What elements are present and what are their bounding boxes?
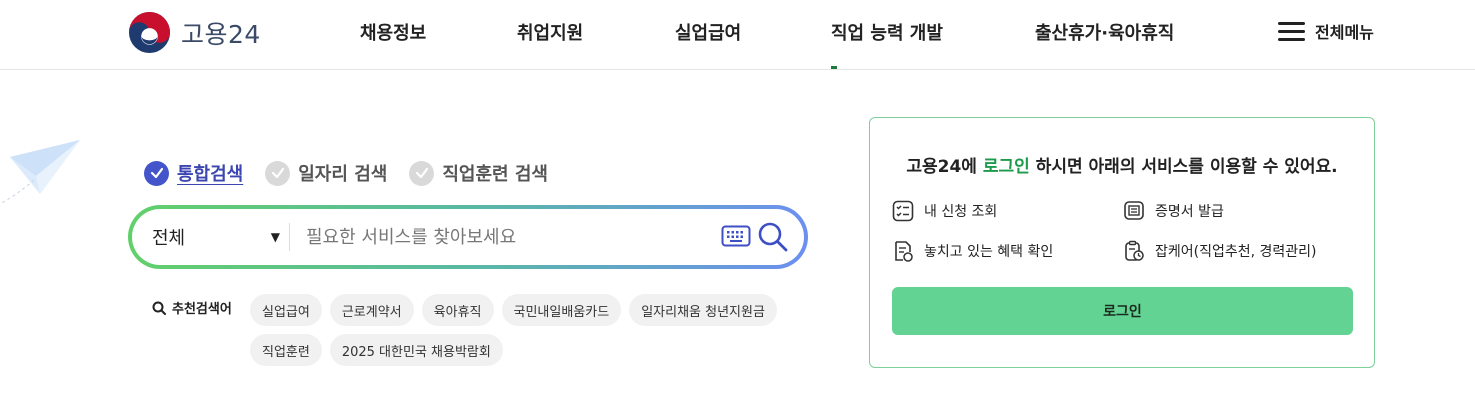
service-label: 증명서 발급 xyxy=(1155,204,1224,220)
service-certificate[interactable]: 증명서 발급 xyxy=(1123,200,1224,222)
all-menu-label: 전체메뉴 xyxy=(1315,23,1374,42)
hamburger-icon xyxy=(1278,21,1305,41)
service-my-applications[interactable]: 내 신청 조회 xyxy=(892,200,997,222)
tab-label: 일자리 검색 xyxy=(298,164,388,185)
keyword-chip[interactable]: 근로계약서 xyxy=(329,294,414,326)
keyword-chip[interactable]: 직업훈련 xyxy=(250,334,322,366)
site-header: 고용24 채용정보 취업지원 실업급여 직업 능력 개발 출산휴가·육아휴직 전… xyxy=(0,0,1475,70)
check-circle-icon xyxy=(144,160,169,186)
service-label: 놓치고 있는 혜택 확인 xyxy=(924,244,1054,260)
recommended-keywords: 실업급여 근로계약서 육아휴직 국민내일배움카드 일자리채움 청년지원금 직업훈… xyxy=(250,294,810,366)
clipboard-clock-icon xyxy=(1125,240,1144,261)
caret-down-icon: ▼ xyxy=(270,230,280,244)
logo-text: 고용24 xyxy=(181,19,261,49)
tab-label: 통합검색 xyxy=(177,164,244,185)
tab-integrated-search[interactable]: 통합검색 xyxy=(144,160,243,186)
all-menu-button[interactable]: 전체메뉴 xyxy=(1278,19,1374,43)
nav-active-indicator xyxy=(831,66,837,69)
checklist-icon xyxy=(892,200,914,222)
keyword-chip[interactable]: 육아휴직 xyxy=(421,294,494,326)
login-title-accent: 로그인 xyxy=(982,157,1030,177)
tab-label: 직업훈련 검색 xyxy=(442,164,548,185)
service-label: 잡케어(직업추천, 경력관리) xyxy=(1155,244,1317,260)
search-category-value: 전체 xyxy=(152,228,186,249)
search-bar: 전체 ▼ xyxy=(128,205,808,269)
login-panel-title: 고용24에 로그인 하시면 아래의 서비스를 이용할 수 있어요. xyxy=(870,152,1374,177)
check-circle-icon xyxy=(265,160,291,186)
login-title-suffix: 하시면 아래의 서비스를 이용할 수 있어요. xyxy=(1029,157,1338,177)
login-title-prefix: 고용24에 xyxy=(906,157,983,177)
keyword-chip[interactable]: 일자리채움 청년지원금 xyxy=(629,294,777,326)
paper-plane-icon xyxy=(0,140,80,205)
check-circle-icon xyxy=(409,160,435,186)
nav-parental-leave[interactable]: 출산휴가·육아휴직 xyxy=(1035,19,1174,45)
recommended-label-text: 추천검색어 xyxy=(172,302,232,317)
nav-vocational-training[interactable]: 직업 능력 개발 xyxy=(831,19,943,45)
keyboard-icon[interactable] xyxy=(721,225,751,247)
taegeuk-logo-icon xyxy=(128,11,171,54)
tab-job-search[interactable]: 일자리 검색 xyxy=(265,160,387,186)
service-missed-benefits[interactable]: 놓치고 있는 혜택 확인 xyxy=(892,240,1053,262)
recommended-keywords-label: 추천검색어 xyxy=(152,298,232,317)
search-input[interactable] xyxy=(306,222,706,252)
login-button[interactable]: 로그인 xyxy=(892,287,1353,335)
nav-unemployment-benefit[interactable]: 실업급여 xyxy=(675,19,741,45)
search-icon[interactable] xyxy=(757,221,789,253)
nav-employment-support[interactable]: 취업지원 xyxy=(517,19,583,45)
printer-icon xyxy=(1124,201,1144,220)
site-logo[interactable]: 고용24 xyxy=(128,11,261,54)
nav-jobs[interactable]: 채용정보 xyxy=(360,19,426,45)
service-jobcare[interactable]: 잡케어(직업추천, 경력관리) xyxy=(1123,240,1317,262)
keyword-chip[interactable]: 2025 대한민국 채용박람회 xyxy=(329,334,503,366)
search-category-select[interactable]: 전체 ▼ xyxy=(152,209,280,265)
keyword-chip[interactable]: 국민내일배움카드 xyxy=(501,294,622,326)
keyword-chip[interactable]: 실업급여 xyxy=(250,294,322,326)
document-check-icon xyxy=(895,241,913,262)
search-bar-inner: 전체 ▼ xyxy=(132,209,804,265)
tab-training-search[interactable]: 직업훈련 검색 xyxy=(409,160,548,186)
service-label: 내 신청 조회 xyxy=(924,204,998,220)
search-tabs: 통합검색 일자리 검색 직업훈련 검색 xyxy=(144,160,570,186)
login-panel: 고용24에 로그인 하시면 아래의 서비스를 이용할 수 있어요. 내 신청 조… xyxy=(869,117,1375,368)
search-icon xyxy=(152,301,166,315)
search-divider xyxy=(289,223,290,251)
